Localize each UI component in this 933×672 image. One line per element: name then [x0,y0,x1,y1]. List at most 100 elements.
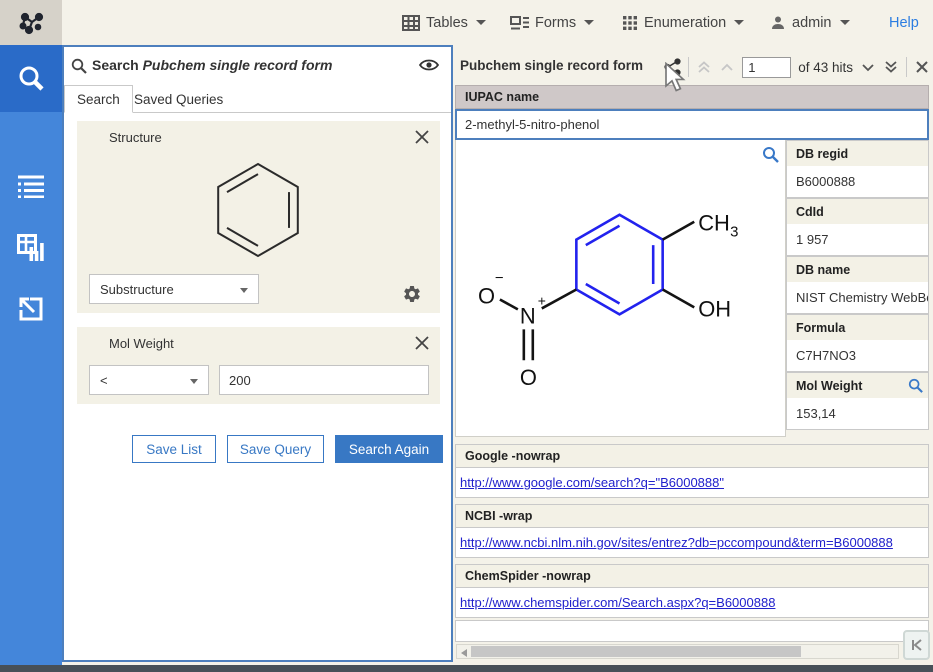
scrollbar-thumb[interactable] [471,646,801,657]
iupac-value-text: 2-methyl-5-nitro-phenol [465,117,599,132]
record-panel-header: Pubchem single record form of 43 hits [455,50,933,83]
svg-text:CH: CH [698,211,730,236]
tables-icon [402,15,420,31]
record-structure-viewer[interactable]: CH 3 OH N + O − O [455,140,786,437]
structure-settings-gear-icon[interactable] [402,284,422,304]
scroll-left-arrow-icon[interactable] [461,649,467,657]
mol-weight-operator-select[interactable]: < [89,365,209,395]
iupac-label-text: IUPAC name [465,90,539,104]
share-icon[interactable] [664,58,681,76]
hit-number-input[interactable] [742,57,791,78]
mol-weight-value-input[interactable] [219,365,429,395]
toolbar-divider [906,57,907,77]
chevron-down-icon [190,379,198,384]
field-label-text: DB name [796,263,850,277]
field-value-cdid[interactable]: 1 957 [786,224,929,256]
app-logo[interactable] [0,0,62,45]
close-structure-criterion-icon[interactable] [413,128,431,146]
structure-mode-value: Substructure [100,282,174,297]
window-bottom-edge [0,665,933,672]
list-icon [17,174,45,198]
iupac-name-field-value[interactable]: 2-methyl-5-nitro-phenol [455,109,929,140]
google-search-link[interactable]: http://www.google.com/search?q="B6000888… [460,475,724,490]
structure-section-title: Structure [109,130,162,145]
field-label-cdid: CdId [786,198,929,224]
menu-enumeration[interactable]: Enumeration [622,0,744,45]
close-record-panel-icon[interactable] [914,59,930,75]
structure-criterion-section: Structure Substructure [77,121,440,313]
eye-icon[interactable] [419,58,439,72]
search-icon [16,64,46,94]
structure-magnifier-icon[interactable] [762,146,779,163]
enumeration-icon [622,15,638,31]
link-label-text: Google -nowrap [465,449,560,463]
mol-weight-search-icon[interactable] [908,378,923,393]
search-actions-row: Save List Save Query Search Again [64,435,451,463]
field-value-text: 1 957 [796,232,829,247]
field-value-mol-weight[interactable]: 153,14 [786,398,929,430]
forms-icon [510,15,529,31]
menu-forms-label: Forms [535,15,576,31]
double-chevron-left-icon [910,638,923,652]
search-icon [71,58,87,74]
field-value-db-name[interactable]: NIST Chemistry WebBo [786,282,929,314]
search-panel-header: Search Pubchem single record form [64,47,451,85]
help-link[interactable]: Help [889,0,919,45]
top-bar: Tables Forms Enumeration admin [0,0,933,45]
link-row-google: http://www.google.com/search?q="B6000888… [455,468,929,498]
svg-text:−: − [495,270,504,287]
field-label-formula: Formula [786,314,929,340]
field-value-text: NIST Chemistry WebBo [796,290,929,305]
chevron-down-icon [476,20,486,25]
molecule-logo-icon [16,8,46,38]
structure-mode-select[interactable]: Substructure [89,274,259,304]
collapse-panel-button[interactable] [903,630,930,660]
chevron-down-icon [584,20,594,25]
ncbi-entrez-link[interactable]: http://www.ncbi.nlm.nih.gov/sites/entrez… [460,535,893,550]
form-chart-icon [17,234,45,262]
search-panel-title: Search Pubchem single record form [92,57,332,73]
menu-admin-label: admin [792,15,832,31]
sidebar-item-search[interactable] [0,45,62,112]
field-label-text: Mol Weight [796,379,862,393]
mol-weight-section-title: Mol Weight [109,336,174,351]
link-label-google: Google -nowrap [455,444,929,468]
link-label-ncbi: NCBI -wrap [455,504,929,528]
last-hit-icon[interactable] [883,59,899,75]
field-value-db-regid[interactable]: B6000888 [786,166,929,198]
next-hit-icon[interactable] [860,61,876,73]
close-mol-weight-criterion-icon[interactable] [413,334,431,352]
search-title-prefix: Search [92,57,139,73]
field-value-formula[interactable]: C7H7NO3 [786,340,929,372]
sidebar-item-form-browse[interactable] [0,217,62,279]
sidebar-item-export[interactable] [0,278,62,340]
menu-admin[interactable]: admin [770,0,850,45]
horizontal-scrollbar[interactable] [456,644,899,659]
search-again-label: Search Again [349,442,429,457]
field-label-text: Formula [796,321,845,335]
sidebar-item-hit-list[interactable] [0,155,62,217]
previous-hit-icon[interactable] [719,61,735,73]
tab-saved-queries[interactable]: Saved Queries [122,85,235,113]
menu-enumeration-label: Enumeration [644,15,726,31]
mol-weight-criterion-section: Mol Weight < [77,327,440,404]
link-group-google: Google -nowrap http://www.google.com/sea… [455,444,929,498]
menu-tables-label: Tables [426,15,468,31]
query-structure-canvas[interactable] [77,154,440,268]
save-list-button[interactable]: Save List [132,435,216,463]
chemspider-search-link[interactable]: http://www.chemspider.com/Search.aspx?q=… [460,595,775,610]
toolbar-divider [688,57,689,77]
chevron-down-icon [240,288,248,293]
hit-count-label: of 43 hits [798,60,853,75]
link-group-chemspider: ChemSpider -nowrap http://www.chemspider… [455,564,929,618]
save-query-button[interactable]: Save Query [227,435,324,463]
menu-forms[interactable]: Forms [510,0,594,45]
svg-text:O: O [478,283,495,308]
save-list-label: Save List [146,442,202,457]
search-again-button[interactable]: Search Again [335,435,443,463]
user-icon [770,15,786,31]
svg-text:+: + [538,292,546,308]
menu-tables[interactable]: Tables [402,0,486,45]
first-hit-icon[interactable] [696,59,712,75]
link-group-ncbi: NCBI -wrap http://www.ncbi.nlm.nih.gov/s… [455,504,929,558]
